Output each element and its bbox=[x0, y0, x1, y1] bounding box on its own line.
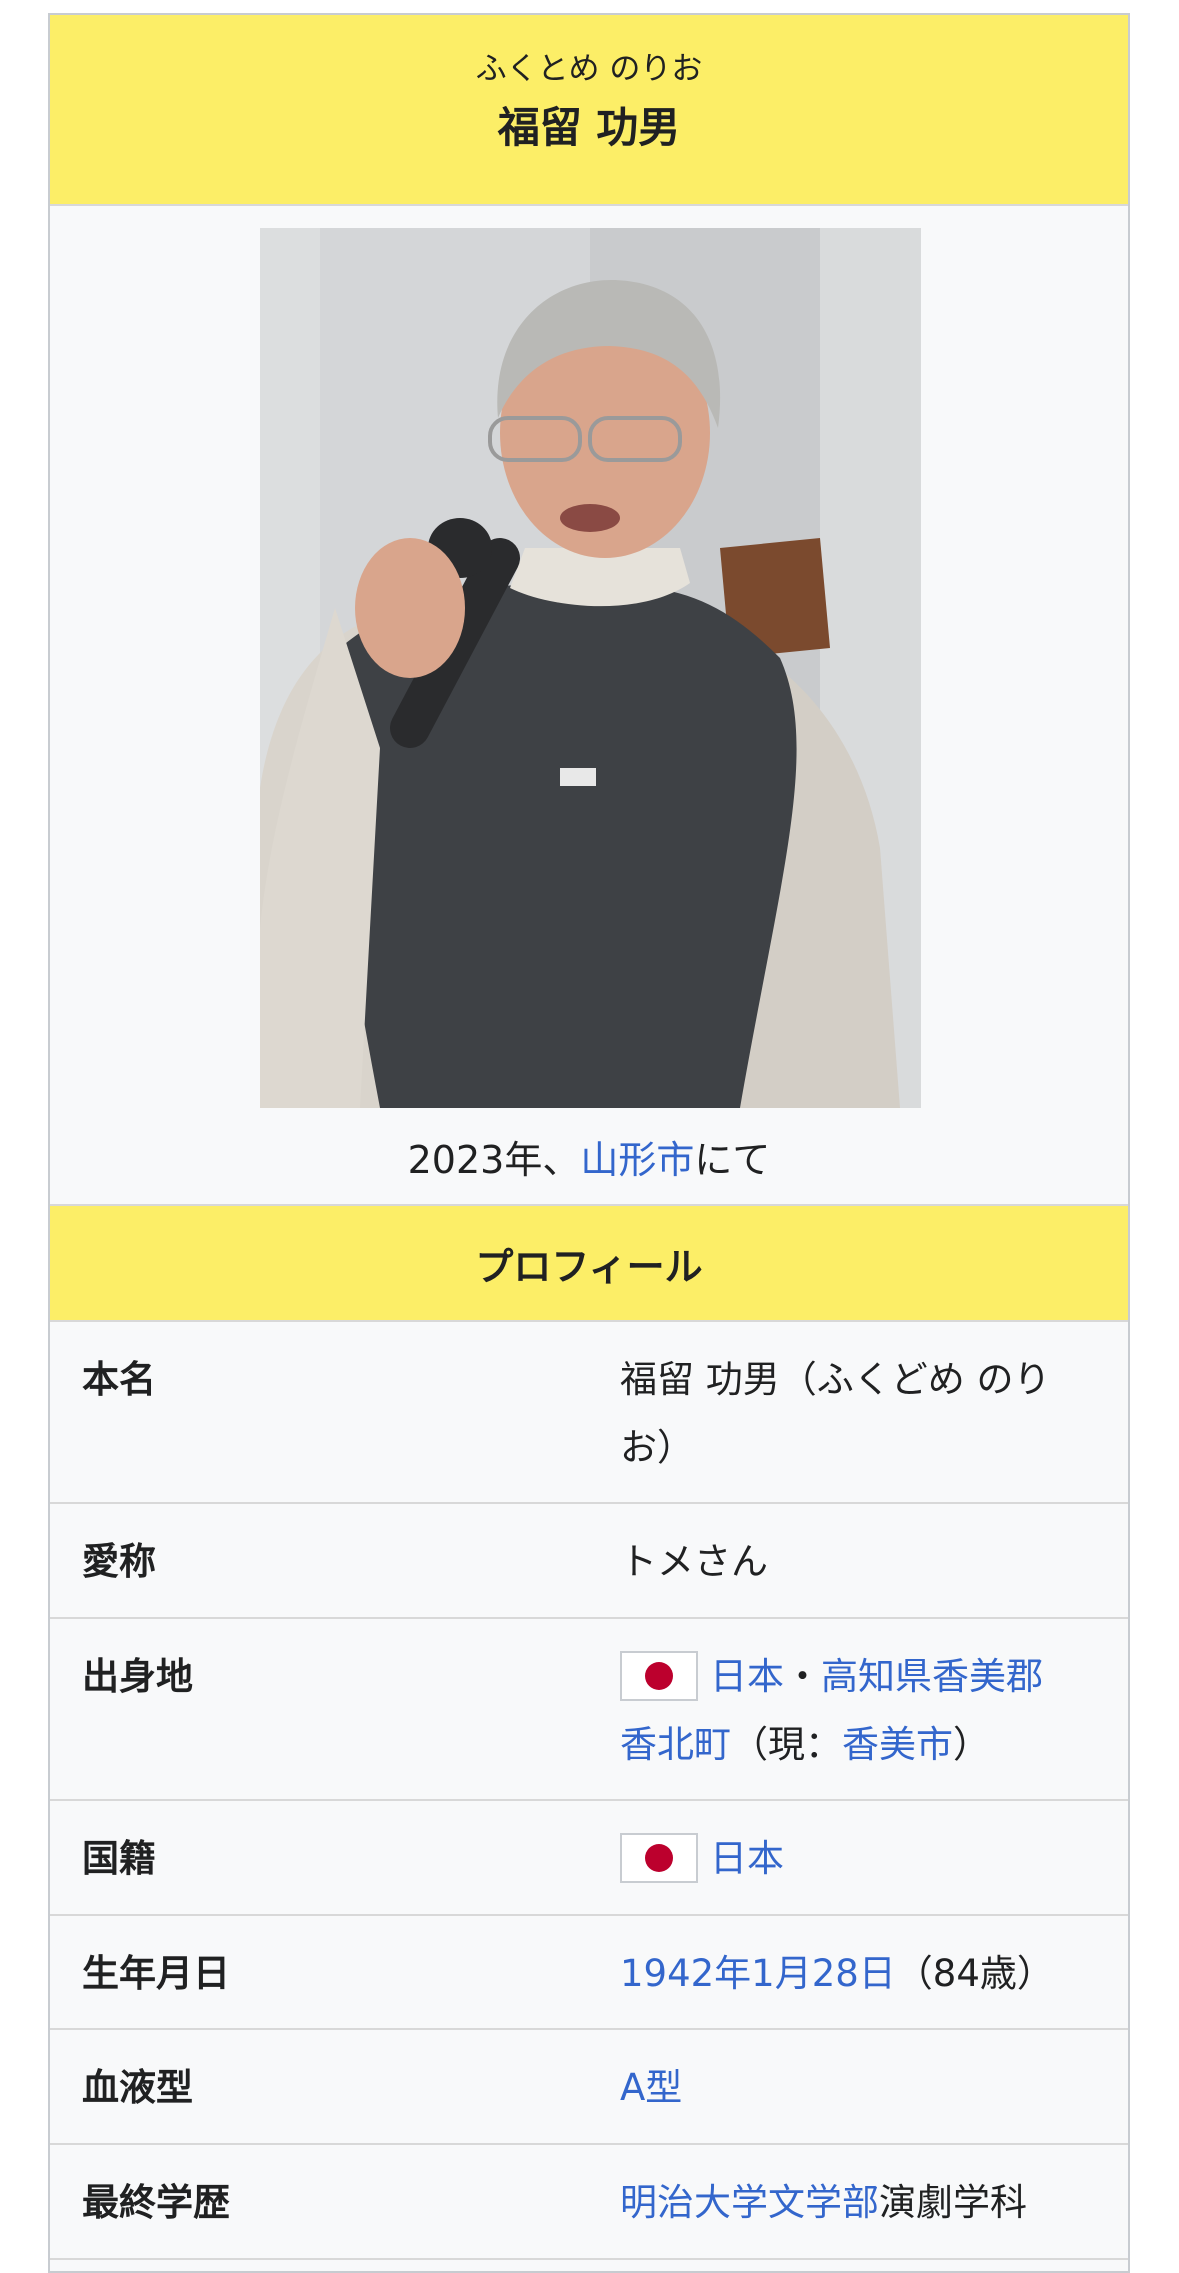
age-text: （84歳） bbox=[895, 1952, 1054, 1995]
birthplace-label: 出身地 bbox=[82, 1655, 193, 1698]
portrait-illustration bbox=[260, 228, 921, 1108]
photo-caption: 2023年、山形市にて bbox=[50, 1136, 1128, 1184]
nickname-label: 愛称 bbox=[82, 1540, 156, 1583]
caption-prefix: 2023年、 bbox=[407, 1138, 581, 1182]
japan-link[interactable]: 日本 bbox=[710, 1837, 784, 1880]
blood-type-value: A型 bbox=[620, 2030, 1128, 2143]
yamagata-city-link[interactable]: 山形市 bbox=[580, 1138, 694, 1182]
person-name: 福留 功男 bbox=[497, 103, 681, 152]
row-education: 最終学歴 明治大学文学部演劇学科 bbox=[50, 2145, 1128, 2260]
birthdate-label: 生年月日 bbox=[82, 1952, 230, 1995]
meiji-university-link[interactable]: 明治大学文学部 bbox=[620, 2181, 879, 2224]
japan-flag-icon[interactable] bbox=[620, 1651, 698, 1701]
row-birthplace: 出身地 日本・高知県香美郡香北町（現：香美市） bbox=[50, 1619, 1128, 1801]
row-real-name: 本名 福留 功男（ふくどめ のりお） bbox=[50, 1322, 1128, 1504]
nickname-value: トメさん bbox=[620, 1540, 768, 1583]
nationality-value: 日本 bbox=[620, 1801, 1128, 1914]
photo-cell: 2023年、山形市にて bbox=[50, 206, 1128, 1206]
department-text: 演劇学科 bbox=[879, 2181, 1027, 2224]
row-nickname: 愛称 トメさん bbox=[50, 1504, 1128, 1619]
row-birthdate: 生年月日 1942年1月28日（84歳） bbox=[50, 1916, 1128, 2030]
row-blood-type: 血液型 A型 bbox=[50, 2030, 1128, 2145]
education-value: 明治大学文学部演劇学科 bbox=[620, 2145, 1128, 2258]
kami-city-link[interactable]: 香美市 bbox=[842, 1723, 953, 1766]
japan-link[interactable]: 日本 bbox=[710, 1655, 784, 1698]
current-open: （現： bbox=[731, 1723, 842, 1766]
row-nationality: 国籍 日本 bbox=[50, 1801, 1128, 1916]
education-label: 最終学歴 bbox=[82, 2181, 230, 2224]
birthplace-value: 日本・高知県香美郡香北町（現：香美市） bbox=[620, 1619, 1128, 1799]
kahoku-town-link[interactable]: 香北町 bbox=[620, 1723, 731, 1766]
real-name-label: 本名 bbox=[82, 1358, 156, 1401]
infobox-header: ふくとめ のりお 福留 功男 bbox=[50, 15, 1128, 206]
profile-section-header: プロフィール bbox=[50, 1206, 1128, 1322]
separator: ・ bbox=[784, 1655, 821, 1698]
caption-suffix: にて bbox=[694, 1138, 771, 1182]
blood-type-link[interactable]: A型 bbox=[620, 2066, 682, 2109]
birthdate-value: 1942年1月28日（84歳） bbox=[620, 1916, 1128, 2028]
japan-flag-icon[interactable] bbox=[620, 1833, 698, 1883]
current-close: ） bbox=[953, 1723, 990, 1766]
real-name-value: 福留 功男（ふくどめ のりお） bbox=[620, 1358, 1051, 1469]
portrait-photo[interactable] bbox=[260, 228, 921, 1108]
kami-district-link[interactable]: 高知県香美郡 bbox=[821, 1655, 1043, 1698]
nationality-label: 国籍 bbox=[82, 1837, 156, 1880]
birthdate-link[interactable]: 1942年1月28日 bbox=[620, 1952, 896, 1995]
infobox: ふくとめ のりお 福留 功男 2023年、山形市にて プロフィール 本名 福留 … bbox=[48, 13, 1130, 2273]
name-reading: ふくとめ のりお bbox=[475, 51, 703, 87]
blood-type-label: 血液型 bbox=[82, 2066, 193, 2109]
